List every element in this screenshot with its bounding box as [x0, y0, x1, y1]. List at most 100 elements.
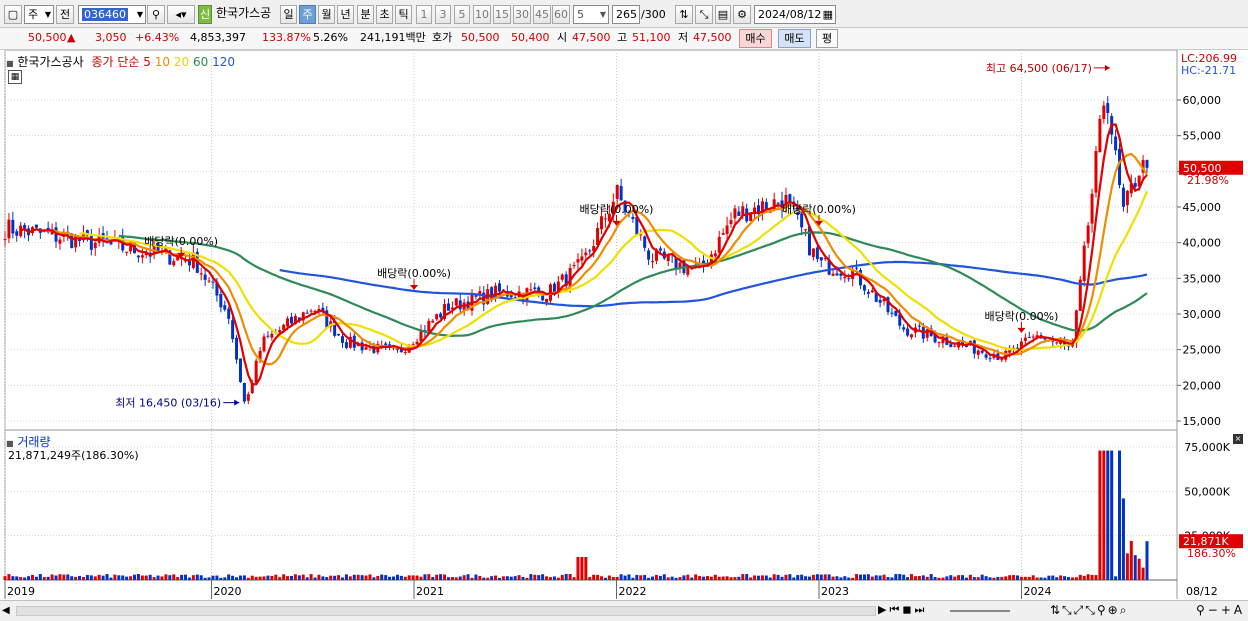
year-label: 2023	[821, 585, 849, 598]
volume-bar	[635, 574, 639, 580]
interval-15[interactable]: 15	[493, 5, 511, 24]
stock-chart[interactable]: 60,00055,00050,00045,00040,00035,00030,0…	[0, 50, 1248, 621]
volume-bar	[772, 574, 776, 580]
interval-60[interactable]: 60	[552, 5, 570, 24]
volume-bar	[1015, 575, 1019, 580]
interval-30[interactable]: 30	[513, 5, 531, 24]
period-second[interactable]: 초	[376, 5, 393, 24]
search-icon[interactable]: ⚲	[147, 5, 165, 24]
sell-button[interactable]: 매도	[778, 29, 811, 48]
candle-body	[262, 336, 266, 352]
volume-bar	[431, 577, 435, 580]
dividend-label: 배당락(0.00%)	[144, 235, 218, 248]
gear-icon[interactable]: ⚙	[733, 5, 751, 24]
candle-body	[619, 185, 623, 201]
volume-bar	[1106, 450, 1110, 580]
period-select[interactable]: 주 ▼	[24, 5, 54, 24]
period-month[interactable]: 월	[318, 5, 335, 24]
candle-body	[984, 354, 988, 358]
candle-body	[309, 310, 313, 312]
candle-body	[855, 267, 859, 269]
zoom-tools[interactable]: ⚲−+A	[1196, 603, 1245, 617]
volume-bar	[996, 576, 1000, 580]
volume-bar	[760, 575, 764, 580]
window-icon[interactable]: ▢	[4, 5, 22, 24]
volume-bar	[643, 575, 647, 580]
volume-bar	[270, 575, 274, 580]
volume-bar	[78, 575, 82, 580]
volume-bar	[105, 574, 109, 580]
high-label: 고	[617, 31, 628, 44]
volume-bar	[231, 575, 235, 580]
buy-button[interactable]: 매수	[739, 29, 772, 48]
stock-code-input[interactable]: 036460 ▼	[78, 5, 146, 24]
period-year[interactable]: 년	[337, 5, 354, 24]
candle-body	[454, 298, 458, 306]
volume-bar	[360, 575, 364, 580]
count-input[interactable]: 265	[612, 5, 640, 24]
volume-bar	[325, 577, 329, 580]
volume-bar	[607, 575, 611, 580]
volume-bar	[168, 575, 172, 580]
volume-bar	[11, 576, 15, 580]
eval-button[interactable]: 평	[816, 29, 838, 48]
candle-body	[658, 248, 662, 251]
zoom-slider[interactable]	[950, 610, 1010, 612]
candle-body	[15, 231, 19, 236]
period-week[interactable]: 주	[299, 5, 316, 24]
candle-body	[576, 259, 580, 263]
draw-icon[interactable]: ⤡	[695, 5, 713, 24]
current-volume-pct-label: 186.30%	[1187, 547, 1236, 560]
period-minute[interactable]: 분	[357, 5, 374, 24]
volume-bar	[910, 574, 914, 580]
candle-body	[804, 229, 808, 231]
volume-bar	[1035, 577, 1039, 580]
volume-bar	[509, 576, 513, 580]
volume-bar	[482, 577, 486, 580]
date-input[interactable]: 2024/08/12 ▦	[754, 5, 836, 24]
volume-bar	[309, 574, 313, 580]
candle-body	[894, 310, 898, 316]
grid-icon[interactable]: ▦	[8, 70, 22, 84]
volume-bar	[474, 574, 478, 580]
volume-bar	[1145, 541, 1149, 580]
calendar-icon: ▦	[822, 8, 833, 21]
scroll-left-icon[interactable]: ◀	[2, 604, 14, 618]
volume-bar	[1133, 555, 1137, 580]
save-icon[interactable]: ▤	[715, 5, 731, 24]
interval-select[interactable]: 5 ▼	[573, 5, 609, 24]
new-badge: 신	[198, 5, 212, 24]
period-tick[interactable]: 틱	[395, 5, 412, 24]
interval-10[interactable]: 10	[473, 5, 491, 24]
type-select[interactable]: 전	[56, 5, 74, 24]
volume-bar	[513, 576, 517, 580]
volume-bar	[666, 577, 670, 580]
volume-bar	[313, 577, 317, 580]
volume-bar	[1094, 575, 1098, 580]
volume-bar	[737, 576, 741, 580]
volume-bar	[921, 575, 925, 580]
interval-5[interactable]: 5	[454, 5, 470, 24]
candle-body	[1090, 193, 1094, 224]
volume-bar	[615, 576, 619, 580]
volume-bar	[113, 574, 117, 580]
volume-bar	[784, 574, 788, 580]
interval-45[interactable]: 45	[533, 5, 551, 24]
volume-bar	[274, 574, 278, 580]
volume-bar	[937, 577, 941, 580]
volume-bar	[486, 577, 490, 580]
drawing-tools[interactable]: ⇅⤡⤢⤡⚲⊕⌕	[1050, 603, 1128, 618]
candle-body	[278, 330, 282, 333]
interval-3[interactable]: 3	[435, 5, 451, 24]
volume-bar	[611, 576, 615, 580]
speaker-icon[interactable]: ◂▾	[167, 5, 195, 24]
interval-1[interactable]: 1	[416, 5, 432, 24]
end-date-label: 08/12	[1186, 585, 1218, 598]
price-tick-label: 60,000	[1183, 94, 1222, 107]
chart-settings-icon[interactable]: ⇅	[675, 5, 693, 24]
horizontal-scrollbar[interactable]	[16, 606, 876, 616]
playback-controls[interactable]: ▶⏮◼⏭	[878, 603, 927, 617]
volume-bar	[976, 577, 980, 580]
period-day[interactable]: 일	[280, 5, 297, 24]
close-icon[interactable]: ×	[1233, 434, 1243, 444]
